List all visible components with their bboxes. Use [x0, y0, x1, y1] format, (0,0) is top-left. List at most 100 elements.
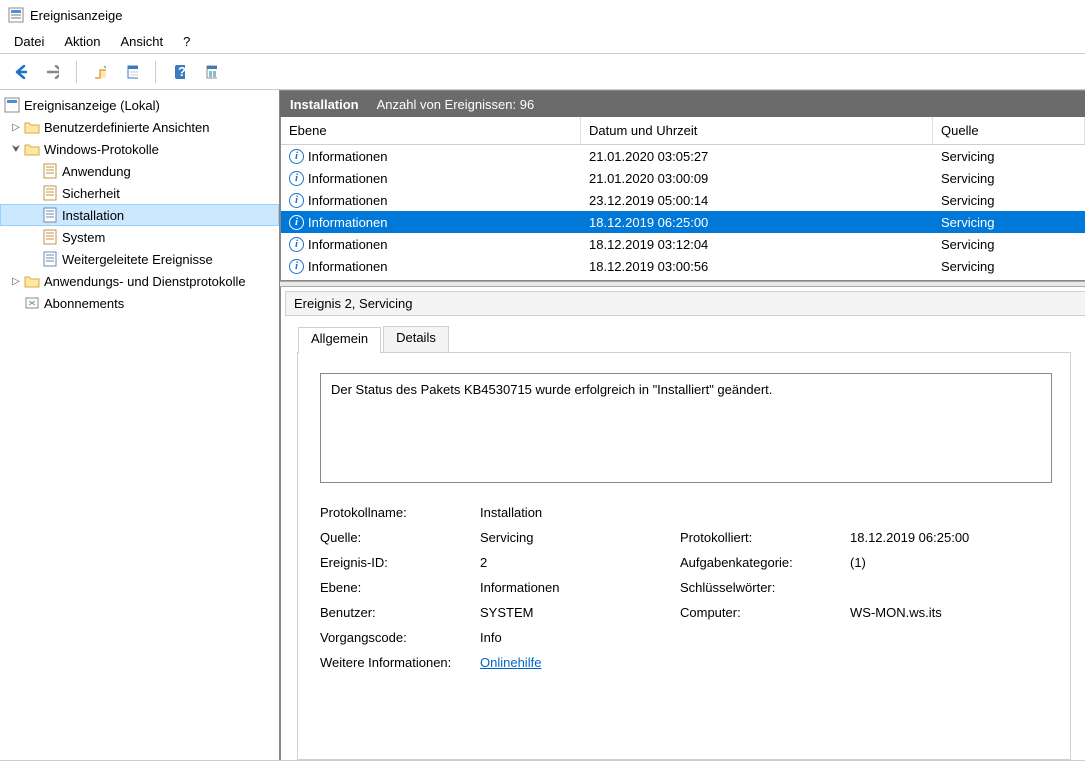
table-row[interactable]: iInformationen18.12.2019 06:25:00Servici… [281, 211, 1085, 233]
value-keywords [850, 580, 1052, 595]
tree-system[interactable]: System [0, 226, 279, 248]
menu-view[interactable]: Ansicht [111, 32, 174, 51]
label-source: Quelle: [320, 530, 480, 545]
label-category: Aufgabenkategorie: [680, 555, 850, 570]
help-button[interactable]: ? [166, 59, 192, 85]
cell-date: 18.12.2019 03:00:56 [581, 259, 933, 274]
cell-date: 23.12.2019 05:00:14 [581, 193, 933, 208]
info-icon: i [289, 193, 304, 208]
cell-level: Informationen [308, 237, 388, 252]
label-moreinfo: Weitere Informationen: [320, 655, 480, 670]
subscriptions-icon [24, 295, 40, 311]
label-level: Ebene: [320, 580, 480, 595]
event-properties: Protokollname: Installation Quelle: Serv… [320, 505, 1052, 670]
expand-icon[interactable]: ▷ [8, 276, 24, 287]
label-logged: Protokolliert: [680, 530, 850, 545]
tree-forwarded[interactable]: Weitergeleitete Ereignisse [0, 248, 279, 270]
table-row[interactable]: iInformationen18.12.2019 03:00:56Servici… [281, 255, 1085, 277]
label-opcode: Vorgangscode: [320, 630, 480, 645]
online-help-link[interactable]: Onlinehilfe [480, 655, 541, 670]
tree-application[interactable]: Anwendung [0, 160, 279, 182]
info-icon: i [289, 149, 304, 164]
show-hide-tree-button[interactable] [87, 59, 113, 85]
value-user: SYSTEM [480, 605, 680, 620]
table-row[interactable]: i Informationen 18.12.2019 03:12:04Servici… [281, 233, 1085, 255]
cell-source: Servicing [933, 171, 1085, 186]
cell-level: Informationen [308, 171, 388, 186]
value-level: Informationen [480, 580, 680, 595]
tree-windows-logs-label: Windows-Protokolle [44, 142, 159, 157]
forward-button[interactable] [40, 59, 66, 85]
properties-button[interactable] [119, 59, 145, 85]
col-level[interactable]: Ebene [281, 117, 581, 144]
label-user: Benutzer: [320, 605, 480, 620]
tree-setup[interactable]: Installation [0, 204, 279, 226]
tab-general[interactable]: Allgemein [298, 327, 381, 353]
log-name: Installation [290, 97, 359, 112]
info-icon: i [289, 237, 304, 252]
cell-level: Informationen [308, 215, 388, 230]
tree-application-label: Anwendung [62, 164, 131, 179]
event-message: Der Status des Pakets KB4530715 wurde er… [320, 373, 1052, 483]
info-icon: i [289, 259, 304, 274]
svg-text:?: ? [178, 64, 185, 79]
tab-details[interactable]: Details [383, 326, 449, 352]
tree-windows-logs[interactable]: ⮟ Windows-Protokolle [0, 138, 279, 160]
tree-setup-label: Installation [62, 208, 124, 223]
tab-body-general: Der Status des Pakets KB4530715 wurde er… [298, 352, 1070, 759]
menu-action[interactable]: Aktion [54, 32, 110, 51]
cell-date: 21.01.2020 03:05:27 [581, 149, 933, 164]
menu-file[interactable]: Datei [4, 32, 54, 51]
cell-source: Servicing [933, 149, 1085, 164]
refresh-button[interactable] [198, 59, 224, 85]
info-icon: i [289, 215, 304, 230]
tree-root[interactable]: Ereignisanzeige (Lokal) [0, 94, 279, 116]
cell-source: Servicing [933, 259, 1085, 274]
tree-forwarded-label: Weitergeleitete Ereignisse [62, 252, 213, 267]
cell-source: Servicing [933, 237, 1085, 252]
tree-subscriptions[interactable]: Abonnements [0, 292, 279, 314]
titlebar: Ereignisanzeige [0, 0, 1085, 30]
cell-date: 18.12.2019 03:12:04 [581, 237, 933, 252]
col-source[interactable]: Quelle [933, 117, 1085, 144]
window-title: Ereignisanzeige [30, 8, 123, 23]
detail-title: Ereignis 2, Servicing [285, 291, 1085, 316]
table-row[interactable]: i Informationen 23.12.2019 05:00:14Servici… [281, 189, 1085, 211]
log-header-bar: Installation Anzahl von Ereignissen: 96 [280, 91, 1085, 117]
collapse-icon[interactable]: ⮟ [8, 144, 24, 155]
label-keywords: Schlüsselwörter: [680, 580, 850, 595]
log-icon [42, 185, 58, 201]
cell-date: 18.12.2019 06:25:00 [581, 215, 933, 230]
log-icon [42, 229, 58, 245]
list-body[interactable]: iInformationen21.01.2020 03:05:27Servici… [281, 145, 1085, 280]
cell-source: Servicing [933, 193, 1085, 208]
tree-root-label: Ereignisanzeige (Lokal) [24, 98, 160, 113]
tree-custom-views[interactable]: ▷ Benutzerdefinierte Ansichten [0, 116, 279, 138]
label-eventid: Ereignis-ID: [320, 555, 480, 570]
tree-subscriptions-label: Abonnements [44, 296, 124, 311]
value-eventid: 2 [480, 555, 680, 570]
col-date[interactable]: Datum und Uhrzeit [581, 117, 933, 144]
tree-apps-services[interactable]: ▷ Anwendungs- und Dienstprotokolle [0, 270, 279, 292]
log-icon [42, 207, 58, 223]
folder-open-icon [24, 141, 40, 157]
back-button[interactable] [8, 59, 34, 85]
log-icon [42, 163, 58, 179]
app-icon [8, 7, 24, 23]
menu-help[interactable]: ? [173, 32, 200, 51]
cell-date: 21.01.2020 03:00:09 [581, 171, 933, 186]
value-log: Installation [480, 505, 680, 520]
tree-custom-views-label: Benutzerdefinierte Ansichten [44, 120, 210, 135]
expand-icon[interactable]: ▷ [8, 122, 24, 133]
table-row[interactable]: iInformationen21.01.2020 03:00:09Servici… [281, 167, 1085, 189]
detail-tabs: Allgemein Details [298, 326, 1070, 352]
folder-icon [24, 119, 40, 135]
cell-level: Informationen [308, 193, 388, 208]
navigation-tree: Ereignisanzeige (Lokal) ▷ Benutzerdefini… [0, 90, 280, 760]
menubar: Datei Aktion Ansicht ? [0, 30, 1085, 54]
list-header: Ebene Datum und Uhrzeit Quelle [281, 117, 1085, 145]
table-row[interactable]: iInformationen21.01.2020 03:05:27Servici… [281, 145, 1085, 167]
folder-icon [24, 273, 40, 289]
tree-security[interactable]: Sicherheit [0, 182, 279, 204]
value-opcode: Info [480, 630, 680, 645]
